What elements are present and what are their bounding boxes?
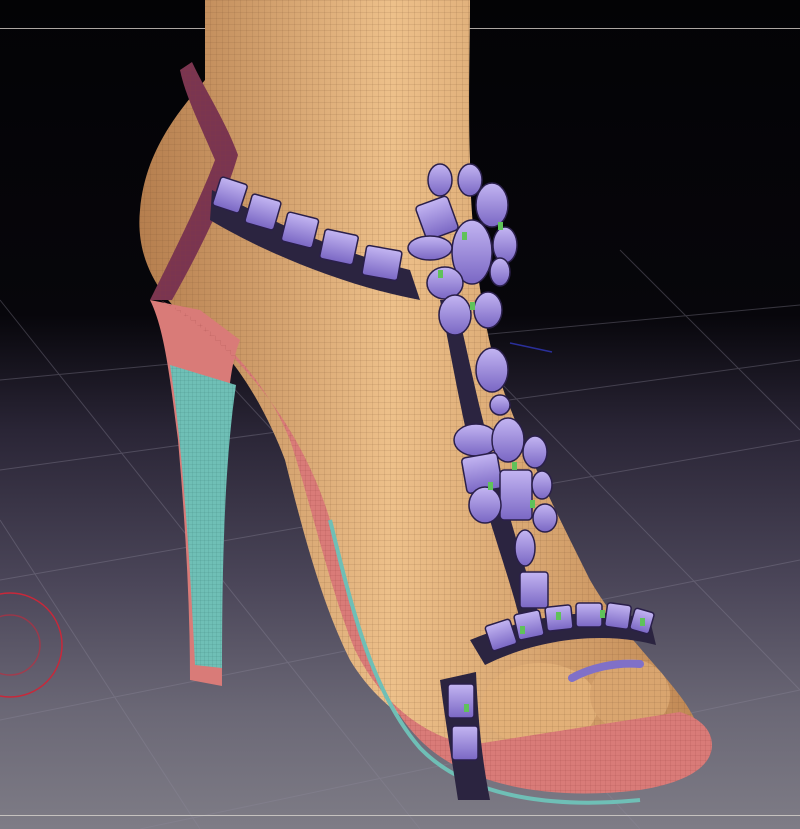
stiletto-heel	[150, 300, 240, 686]
viewport-bottom-border	[0, 815, 800, 816]
scene-canvas	[0, 0, 800, 829]
3d-viewport[interactable]	[0, 0, 800, 829]
